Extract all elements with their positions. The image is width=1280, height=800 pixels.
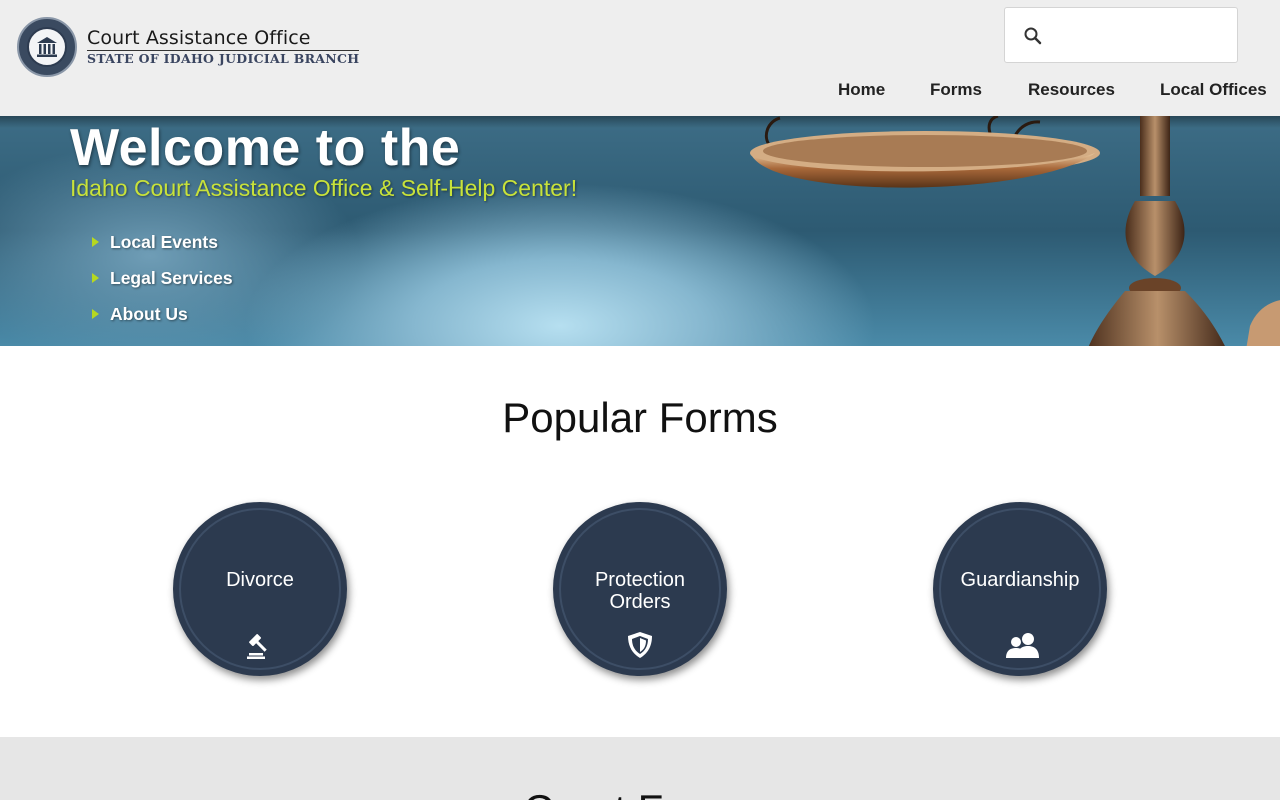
people-icon (1005, 630, 1039, 660)
popular-form-divorce[interactable]: Divorce (173, 502, 347, 676)
hero-banner: Welcome to the Idaho Court Assistance Of… (0, 116, 1280, 346)
nav-forms[interactable]: Forms (930, 80, 982, 100)
nav-local-offices[interactable]: Local Offices (1160, 80, 1267, 100)
logo-title: Court Assistance Office (87, 27, 360, 51)
hero-link-about-us[interactable]: About Us (92, 296, 233, 332)
search-input[interactable] (1055, 18, 1229, 54)
site-logo[interactable]: Court Assistance Office STATE OF IDAHO J… (17, 17, 360, 77)
hero-subtitle: Idaho Court Assistance Office & Self-Hel… (70, 175, 578, 201)
shield-icon (625, 630, 655, 660)
search-icon[interactable] (1023, 26, 1043, 51)
arrow-right-icon (92, 309, 99, 319)
site-header: Court Assistance Office STATE OF IDAHO J… (0, 0, 1280, 116)
court-forms-section: Court Forms (0, 737, 1280, 800)
popular-form-protection-orders[interactable]: Protection Orders (553, 502, 727, 676)
popular-forms-heading: Popular Forms (502, 394, 778, 441)
hero-link-local-events[interactable]: Local Events (92, 224, 233, 260)
hero-link-legal-services[interactable]: Legal Services (92, 260, 233, 296)
popular-form-label: Guardianship (960, 569, 1080, 591)
hero-title: Welcome to the (70, 119, 461, 177)
court-seal-icon (17, 17, 77, 77)
arrow-right-icon (92, 273, 99, 283)
hero-link-label: Legal Services (110, 267, 233, 288)
hero-link-label: Local Events (110, 231, 218, 252)
nav-home[interactable]: Home (838, 80, 885, 100)
popular-form-guardianship[interactable]: Guardianship (933, 502, 1107, 676)
popular-form-label: Protection Orders (594, 569, 686, 613)
nav-resources[interactable]: Resources (1028, 80, 1115, 100)
hero-links: Local Events Legal Services About Us (92, 224, 233, 332)
search-box (1004, 7, 1238, 63)
scales-of-justice-image (750, 116, 1280, 346)
court-forms-heading: Court Forms (0, 785, 1280, 800)
gavel-icon (245, 630, 275, 660)
logo-subtitle: STATE OF IDAHO JUDICIAL BRANCH (87, 51, 360, 66)
popular-form-label: Divorce (226, 569, 294, 591)
hero-link-label: About Us (110, 303, 188, 324)
arrow-right-icon (92, 237, 99, 247)
